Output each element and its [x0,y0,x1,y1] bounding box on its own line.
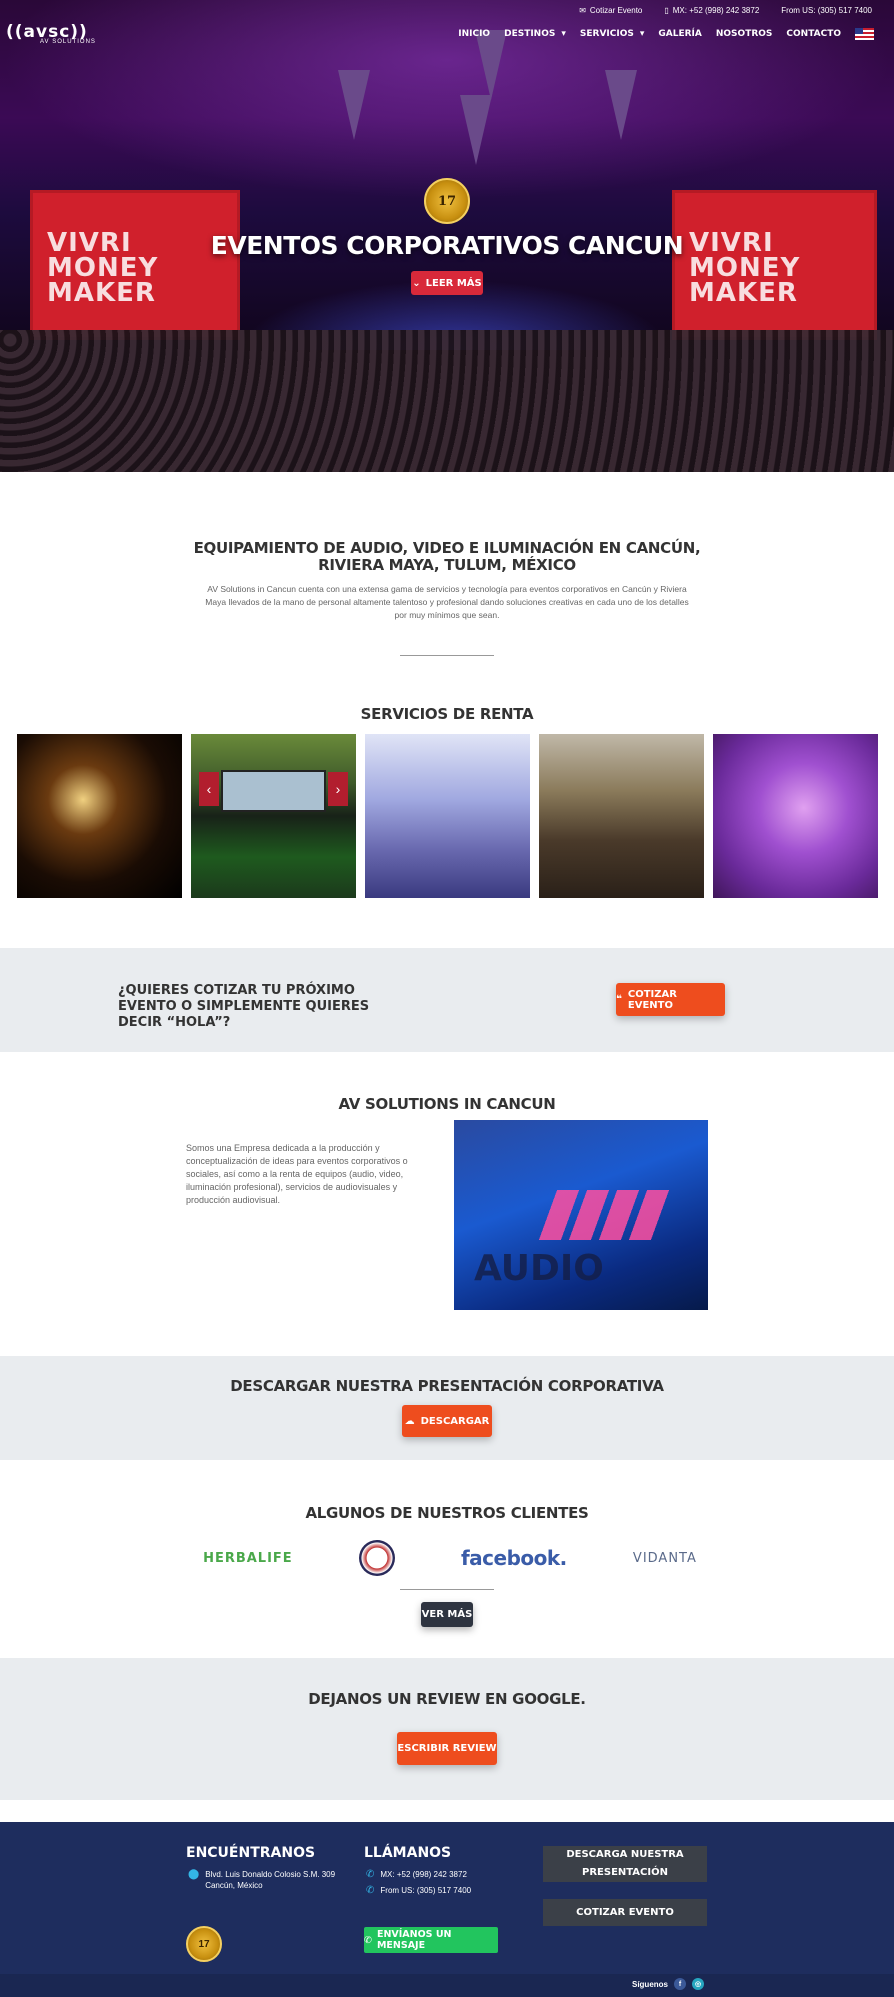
social-links: Síguenos f ◎ [632,1978,704,1990]
envelope-icon: ✉ [579,6,586,15]
vidanta-logo: VIDANTA [632,1550,697,1566]
footer-find-title: ENCUÉNTRANOS [186,1845,316,1861]
review-title: DEJANOS UN REVIEW EN GOOGLE. [308,1690,586,1708]
whatsapp-button[interactable]: ✆ ENVÍANOS UN MENSAJE [364,1927,498,1953]
video-service-image[interactable]: ‹ › [191,734,356,898]
clients-title: ALGUNOS DE NUESTROS CLIENTES [305,1504,589,1522]
quote-cta-text: ¿QUIERES COTIZAR TU PRÓXIMO EVENTO O SIM… [118,983,370,1030]
footer-phone-us[interactable]: ✆ From US: (305) 517 7400 [366,1885,471,1896]
phone-us[interactable]: From US: (305) 517 7400 [781,6,872,15]
anniversary-badge: 17 [424,178,470,224]
divider [400,655,494,656]
divider [400,1589,494,1590]
lomas-logo [358,1540,395,1576]
chandelier-decoration [460,95,492,165]
stage-screen-right: VIVRI MONEY MAKER [672,190,877,340]
hero-title: EVENTOS CORPORATIVOS CANCUN [210,231,684,260]
client-logos: HERBALIFE facebook. VIDANTA [170,1540,730,1576]
phone-icon: ✆ [366,1869,375,1880]
services-title: SERVICIOS DE RENTA [360,705,534,723]
cloud-download-icon: ☁ [404,1415,415,1427]
instagram-icon[interactable]: ◎ [692,1978,704,1990]
conference-service-image[interactable] [539,734,704,898]
chandelier-decoration [475,30,507,100]
footer-call-title: LLÁMANOS [364,1845,452,1861]
phone-icon: ✆ [366,1885,375,1896]
about-title: AV SOLUTIONS IN CANCUN [338,1095,556,1113]
nav-item-contacto[interactable]: CONTACTO [786,29,841,39]
download-title: DESCARGAR NUESTRA PRESENTACIÓN CORPORATI… [230,1377,664,1395]
quote-icon: ❝ [616,994,622,1005]
caret-down-icon: ▾ [561,29,566,39]
see-more-button[interactable]: VER MÁS [421,1602,473,1627]
map-pin-icon: ⬤ [188,1869,200,1880]
intro-text: AV Solutions in Cancun cuenta con una ex… [205,584,689,620]
services-gallery: ‹ › [17,734,878,898]
chandelier-decoration [338,70,370,140]
nav-item-galeria[interactable]: GALERÍA [658,29,701,39]
logo[interactable]: ((avsc)) AV SOLUTIONS [6,22,114,46]
main-nav: INICIO DESTINOS ▾ SERVICIOS ▾ GALERÍA NO… [458,28,874,40]
hero-section: VIVRI MONEY MAKER VIVRI MONEY MAKER ✉ Co… [0,0,894,472]
footer-quote-button[interactable]: COTIZAR EVENTO [543,1899,707,1926]
download-presentation-button[interactable]: DESCARGA NUESTRA PRESENTACIÓN [543,1846,707,1882]
download-button[interactable]: ☁ DESCARGAR [402,1405,492,1437]
caret-down-icon: ▾ [639,29,645,39]
quote-event-button[interactable]: ❝ COTIZAR EVENTO [616,983,725,1016]
chandelier-decoration [605,70,637,140]
chevron-left-icon: ‹ [199,772,219,806]
staging-service-image[interactable] [365,734,530,898]
nav-item-destinos[interactable]: DESTINOS ▾ [504,29,566,39]
chevron-down-icon: ⌄ [412,277,421,289]
quote-link[interactable]: ✉ Cotizar Evento [579,6,642,15]
audience-image [0,330,894,472]
whatsapp-icon: ✆ [364,1934,372,1946]
page: VIVRI MONEY MAKER VIVRI MONEY MAKER ✉ Co… [0,0,894,1997]
anniversary-badge: 17 [186,1926,222,1962]
stage-screen-left: VIVRI MONEY MAKER [30,190,240,340]
top-contact-bar: ✉ Cotizar Evento ▯ MX: +52 (998) 242 387… [579,6,872,15]
review-band [0,1658,894,1800]
write-review-button[interactable]: ESCRIBIR REVIEW [397,1732,497,1765]
read-more-button[interactable]: ⌄ LEER MÁS [411,271,483,295]
facebook-icon[interactable]: f [674,1978,686,1990]
herbalife-logo: HERBALIFE [203,1550,293,1566]
facebook-logo: facebook. [460,1546,567,1570]
us-flag-icon[interactable] [855,28,874,40]
audio-service-image[interactable] [17,734,182,898]
chevron-right-icon: › [328,772,348,806]
about-text: Somos una Empresa dedicada a la producci… [186,1143,408,1205]
footer-address: ⬤ Blvd. Luis Donaldo Colosio S.M. 309 Ca… [188,1869,336,1890]
footer-phone-mx[interactable]: ✆ MX: +52 (998) 242 3872 [366,1869,467,1880]
footer-bottom-bar [0,1974,894,1997]
lighting-service-image[interactable] [713,734,878,898]
mobile-icon: ▯ [664,6,669,15]
phone-mx[interactable]: ▯ MX: +52 (998) 242 3872 [664,6,759,15]
audio-mixer-image: AUDIO [454,1120,708,1310]
nav-item-servicios[interactable]: SERVICIOS ▾ [580,29,645,39]
intro-title: EQUIPAMIENTO DE AUDIO, VIDEO E ILUMINACI… [193,539,701,574]
nav-item-inicio[interactable]: INICIO [458,29,490,39]
nav-item-nosotros[interactable]: NOSOTROS [716,29,773,39]
